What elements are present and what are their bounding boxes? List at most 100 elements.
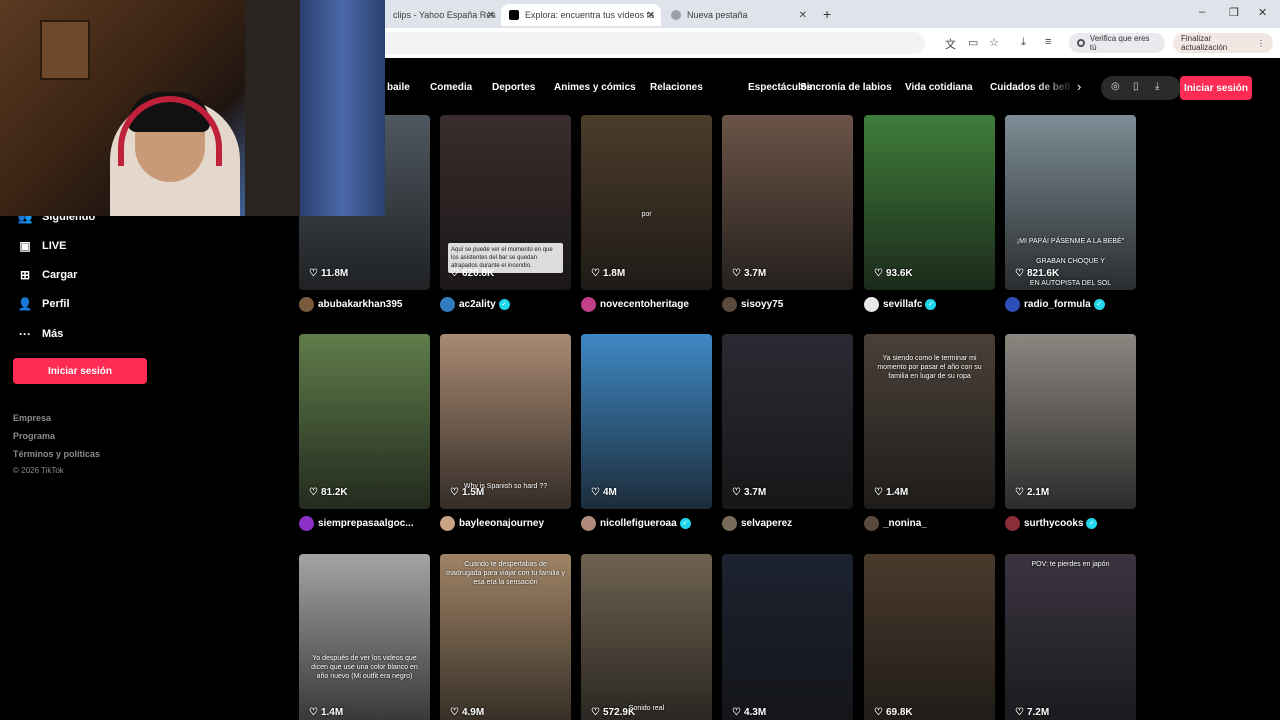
tab-tiktok-explore[interactable]: Explora: encuentra tus vídeos fa ✕ bbox=[501, 4, 661, 26]
category-sincronia[interactable]: Sincronía de labios bbox=[800, 82, 892, 93]
video-card[interactable]: ♡ 572.9K Sonido real bbox=[581, 554, 712, 720]
footer-link-programa[interactable]: Programa bbox=[13, 431, 55, 441]
video-thumbnail[interactable]: ♡ 1.8M por bbox=[581, 115, 712, 290]
minimize-icon[interactable]: – bbox=[1199, 6, 1205, 18]
avatar[interactable] bbox=[1005, 516, 1020, 531]
video-thumbnail[interactable]: ♡ 7.2M POV: te pierdes en japón bbox=[1005, 554, 1136, 720]
avatar[interactable] bbox=[299, 516, 314, 531]
author-username[interactable]: sevillafc bbox=[883, 299, 922, 310]
video-author[interactable]: sisoyy75 bbox=[722, 297, 862, 312]
verify-button[interactable]: Verifica que eres tú bbox=[1069, 33, 1165, 53]
avatar[interactable] bbox=[722, 516, 737, 531]
translate-icon[interactable]: 文 bbox=[945, 36, 956, 52]
video-author[interactable]: _nonina_ bbox=[864, 516, 1004, 531]
close-icon[interactable]: ✕ bbox=[799, 10, 807, 21]
download-icon[interactable]: ⤓ bbox=[1021, 36, 1026, 49]
video-author[interactable]: selvaperez bbox=[722, 516, 862, 531]
video-author[interactable]: nicollefigueroaa ✓ bbox=[581, 516, 721, 531]
video-card[interactable]: ♡ 69.8K bbox=[864, 554, 995, 720]
author-username[interactable]: novecentoheritage bbox=[600, 299, 689, 310]
category-comedia[interactable]: Comedia bbox=[430, 82, 472, 93]
video-card[interactable]: ♡ 3.7M sisoyy75 bbox=[722, 115, 853, 315]
login-button[interactable]: Iniciar sesión bbox=[1180, 76, 1252, 100]
video-thumbnail[interactable]: ♡ 1.5M Why is Spanish so hard ?? bbox=[440, 334, 571, 509]
star-icon[interactable]: ☆ bbox=[989, 36, 999, 49]
video-thumbnail[interactable]: ♡ 3.7M bbox=[722, 115, 853, 290]
sidebar-item-perfil[interactable]: 👤 Perfil bbox=[16, 297, 70, 311]
video-thumbnail[interactable]: ♡ 93.6K bbox=[864, 115, 995, 290]
author-username[interactable]: nicollefigueroaa bbox=[600, 518, 677, 529]
video-thumbnail[interactable]: ♡ 1.4M Yo después de ver los videos que di… bbox=[299, 554, 430, 720]
download-icon[interactable]: ⤓ bbox=[1155, 81, 1159, 92]
video-card[interactable]: ♡ 1.5M Why is Spanish so hard ?? bayleeonaj… bbox=[440, 334, 571, 534]
close-icon[interactable]: ✕ bbox=[647, 10, 655, 21]
category-deportes[interactable]: Deportes bbox=[492, 82, 535, 93]
avatar[interactable] bbox=[440, 516, 455, 531]
close-icon[interactable]: ✕ bbox=[487, 10, 495, 21]
video-thumbnail[interactable]: ♡ 4.3M bbox=[722, 554, 853, 720]
video-card[interactable]: ♡ 821.6K ¡MI PAPÁ! PÁSENME A LA BEBÉ" GRABA… bbox=[1005, 115, 1136, 315]
author-username[interactable]: surthycooks bbox=[1024, 518, 1083, 529]
category-animes[interactable]: Animes y cómics bbox=[554, 82, 636, 93]
video-author[interactable]: abubakarkhan395 bbox=[299, 297, 439, 312]
reading-list-icon[interactable]: ≡ bbox=[1045, 36, 1051, 48]
category-baile[interactable]: baile bbox=[387, 82, 410, 93]
sidebar-item-live[interactable]: ▣ LIVE bbox=[16, 239, 66, 253]
video-card[interactable]: ♡ 93.6K sevillafc ✓ bbox=[864, 115, 995, 315]
video-author[interactable]: sevillafc ✓ bbox=[864, 297, 1004, 312]
video-author[interactable]: surthycooks ✓ bbox=[1005, 516, 1145, 531]
avatar[interactable] bbox=[864, 297, 879, 312]
address-bar[interactable] bbox=[385, 32, 925, 54]
phone-icon[interactable]: ▯ bbox=[1133, 81, 1139, 92]
video-card[interactable]: ♡ 2.1M surthycooks ✓ bbox=[1005, 334, 1136, 534]
sidebar-login-button[interactable]: Iniciar sesión bbox=[13, 358, 147, 384]
author-username[interactable]: sisoyy75 bbox=[741, 299, 783, 310]
video-thumbnail[interactable]: ♡ 4M bbox=[581, 334, 712, 509]
compass-icon[interactable]: ◎ bbox=[1111, 81, 1120, 92]
author-username[interactable]: abubakarkhan395 bbox=[318, 299, 403, 310]
avatar[interactable] bbox=[440, 297, 455, 312]
avatar[interactable] bbox=[722, 297, 737, 312]
author-username[interactable]: ac2ality bbox=[459, 299, 496, 310]
update-button[interactable]: Finalizar actualización ⋮ bbox=[1173, 33, 1273, 53]
category-vida-cotidiana[interactable]: Vida cotidiana bbox=[905, 82, 973, 93]
plus-icon[interactable]: + bbox=[823, 6, 831, 22]
author-username[interactable]: siemprepasaalgoc... bbox=[318, 518, 414, 529]
video-thumbnail[interactable]: ♡ 572.9K Sonido real bbox=[581, 554, 712, 720]
video-thumbnail[interactable]: ♡ 69.8K bbox=[864, 554, 995, 720]
video-thumbnail[interactable]: ♡ 620.8K Aquí se puede ver el momento en q… bbox=[440, 115, 571, 290]
sidebar-item-cargar[interactable]: ⊞ Cargar bbox=[16, 268, 78, 282]
cast-icon[interactable]: ▭ bbox=[968, 36, 978, 49]
video-thumbnail[interactable]: ♡ 821.6K ¡MI PAPÁ! PÁSENME A LA BEBÉ" GRABA… bbox=[1005, 115, 1136, 290]
video-card[interactable]: ♡ 4.9M Cuando te despertabas de madrugada … bbox=[440, 554, 571, 720]
category-relaciones[interactable]: Relaciones bbox=[650, 82, 703, 93]
footer-link-empresa[interactable]: Empresa bbox=[13, 413, 51, 423]
video-author[interactable]: siemprepasaalgoc... bbox=[299, 516, 439, 531]
avatar[interactable] bbox=[1005, 297, 1020, 312]
video-card[interactable]: ♡ 81.2K siemprepasaalgoc... bbox=[299, 334, 430, 534]
author-username[interactable]: bayleeonajourney bbox=[459, 518, 544, 529]
video-author[interactable]: bayleeonajourney bbox=[440, 516, 580, 531]
tab-new[interactable]: Nueva pestaña ✕ bbox=[663, 4, 813, 26]
video-card[interactable]: ♡ 1.4M Yo después de ver los videos que di… bbox=[299, 554, 430, 720]
video-card[interactable]: ♡ 1.4M Ya siendo como le terminar mi momen… bbox=[864, 334, 995, 534]
video-card[interactable]: ♡ 620.8K Aquí se puede ver el momento en q… bbox=[440, 115, 571, 315]
footer-link-terminos[interactable]: Términos y políticas bbox=[13, 449, 100, 459]
avatar[interactable] bbox=[581, 297, 596, 312]
video-card[interactable]: ♡ 1.8M por novecentoheritage bbox=[581, 115, 712, 315]
author-username[interactable]: selvaperez bbox=[741, 518, 792, 529]
video-thumbnail[interactable]: ♡ 2.1M bbox=[1005, 334, 1136, 509]
author-username[interactable]: radio_formula bbox=[1024, 299, 1091, 310]
video-thumbnail[interactable]: ♡ 3.7M bbox=[722, 334, 853, 509]
avatar[interactable] bbox=[299, 297, 314, 312]
video-thumbnail[interactable]: ♡ 4.9M Cuando te despertabas de madrugada … bbox=[440, 554, 571, 720]
avatar[interactable] bbox=[864, 516, 879, 531]
tab-yahoo[interactable]: clips - Yahoo España Res ✕ bbox=[385, 4, 501, 26]
sidebar-item-mas[interactable]: ··· Más bbox=[16, 327, 63, 341]
video-author[interactable]: ac2ality ✓ bbox=[440, 297, 580, 312]
maximize-icon[interactable]: ❐ bbox=[1229, 6, 1239, 19]
video-card[interactable]: ♡ 4.3M bbox=[722, 554, 853, 720]
video-card[interactable]: ♡ 4M nicollefigueroaa ✓ bbox=[581, 334, 712, 534]
video-author[interactable]: radio_formula ✓ bbox=[1005, 297, 1145, 312]
avatar[interactable] bbox=[581, 516, 596, 531]
